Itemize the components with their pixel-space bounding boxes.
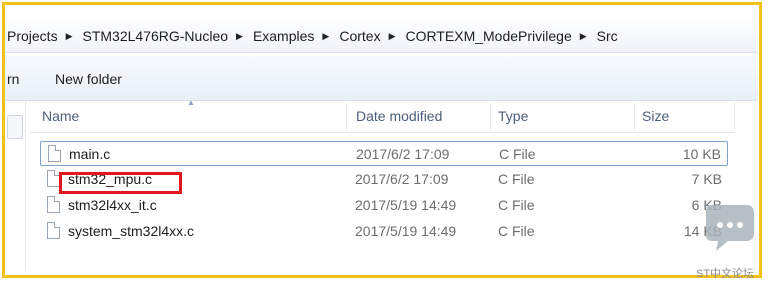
file-name: stm32l4xx_it.c <box>68 197 157 213</box>
chevron-right-icon[interactable]: ▶ <box>389 31 396 42</box>
command-toolbar: rn New folder <box>5 56 758 101</box>
watermark-text: ST中文论坛 <box>696 268 755 280</box>
file-type: C File <box>498 171 535 187</box>
column-divider[interactable] <box>634 103 635 130</box>
breadcrumb-item-examples[interactable]: Examples ▶ <box>251 28 337 44</box>
forum-watermark-icon <box>706 205 754 251</box>
file-row[interactable]: stm32l4xx_it.c 2017/5/19 14:49 C File 6 … <box>40 193 728 218</box>
file-size: 7 KB <box>691 171 722 187</box>
column-header-type[interactable]: Type <box>498 100 528 132</box>
new-folder-button[interactable]: New folder <box>55 71 122 87</box>
breadcrumb-item-src[interactable]: Src <box>595 28 620 44</box>
file-row[interactable]: main.c 2017/6/2 17:09 C File 10 KB <box>40 141 728 166</box>
navigation-pane[interactable] <box>5 101 26 271</box>
column-header-date-modified[interactable]: Date modified <box>356 100 442 132</box>
file-name: main.c <box>69 146 111 162</box>
file-date-modified: 2017/6/2 17:09 <box>356 146 450 162</box>
file-name: system_stm32l4xx.c <box>68 223 195 239</box>
breadcrumb-item-projects[interactable]: Projects ▶ <box>5 28 81 44</box>
sort-ascending-icon: ▲ <box>187 98 195 107</box>
navigation-scrollbar[interactable] <box>7 115 23 139</box>
chevron-right-icon[interactable]: ▶ <box>580 31 587 42</box>
breadcrumb-item-cortex[interactable]: Cortex ▶ <box>337 28 403 44</box>
column-divider[interactable] <box>490 103 491 130</box>
breadcrumb-item-board[interactable]: STM32L476RG-Nucleo ▶ <box>81 28 251 44</box>
file-type: C File <box>498 223 535 239</box>
toolbar-partial-button[interactable]: rn <box>7 71 19 87</box>
annotation-highlight-box <box>59 172 182 194</box>
column-header-size[interactable]: Size <box>642 100 669 132</box>
breadcrumb[interactable]: Projects ▶ STM32L476RG-Nucleo ▶ Examples… <box>5 20 758 53</box>
file-size: 10 KB <box>682 146 721 162</box>
breadcrumb-item-modeprivilege[interactable]: CORTEXM_ModePrivilege ▶ <box>403 28 594 44</box>
column-divider[interactable] <box>734 103 735 130</box>
chevron-right-icon[interactable]: ▶ <box>236 31 243 42</box>
file-list-header: ▲ Name Date modified Type Size <box>30 98 735 133</box>
c-file-icon <box>47 196 60 213</box>
file-date-modified: 2017/5/19 14:49 <box>355 223 457 239</box>
file-row[interactable]: system_stm32l4xx.c 2017/5/19 14:49 C Fil… <box>40 219 728 244</box>
chevron-right-icon[interactable]: ▶ <box>322 31 329 42</box>
file-type: C File <box>499 146 536 162</box>
file-date-modified: 2017/5/19 14:49 <box>355 197 457 213</box>
file-type: C File <box>498 197 535 213</box>
c-file-icon <box>47 222 60 239</box>
chevron-right-icon[interactable]: ▶ <box>66 31 73 42</box>
column-header-name[interactable]: Name <box>42 100 79 132</box>
c-file-icon <box>48 145 61 162</box>
column-divider[interactable] <box>346 103 347 130</box>
file-date-modified: 2017/6/2 17:09 <box>355 171 449 187</box>
